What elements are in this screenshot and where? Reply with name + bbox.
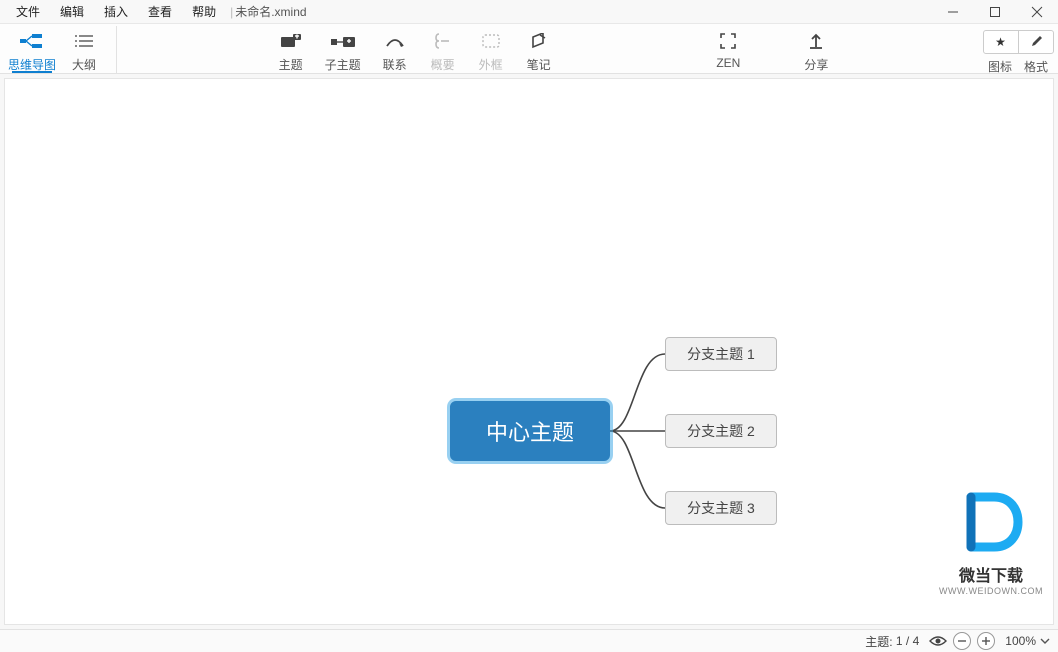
eye-icon <box>929 635 947 647</box>
minus-icon <box>957 636 967 646</box>
close-icon <box>1031 6 1043 18</box>
chevron-down-icon <box>1040 638 1050 644</box>
notes-icon <box>531 32 547 50</box>
status-topic-total: 4 <box>913 634 920 648</box>
window-controls <box>932 0 1058 24</box>
toolbar-group-panels: ★ 图标 格式 <box>982 26 1054 73</box>
title-separator: | <box>230 5 233 19</box>
watermark-text: 微当下载 <box>939 562 1043 586</box>
insert-notes-label: 笔记 <box>527 56 551 73</box>
menu-view[interactable]: 查看 <box>138 0 182 23</box>
view-outline-label: 大纲 <box>72 56 96 73</box>
zoom-out-button[interactable] <box>953 632 971 650</box>
status-topic-label: 主题: <box>865 633 892 650</box>
maximize-icon <box>989 6 1001 18</box>
insert-boundary-button[interactable]: 外框 <box>467 26 515 73</box>
brush-icon <box>1029 35 1043 49</box>
zoom-in-button[interactable] <box>977 632 995 650</box>
relationship-icon <box>385 32 405 50</box>
window-minimize-button[interactable] <box>932 0 974 24</box>
menu-edit[interactable]: 编辑 <box>50 0 94 23</box>
watermark-url: WWW.WEIDOWN.COM <box>939 586 1043 596</box>
mindmap-diagram: 中心主题 分支主题 1 分支主题 2 分支主题 3 <box>5 79 1053 624</box>
zen-icon <box>720 32 736 50</box>
insert-relationship-label: 联系 <box>383 56 407 73</box>
share-label: 分享 <box>804 56 828 73</box>
view-mindmap-label: 思维导图 <box>8 56 56 73</box>
share-button[interactable]: 分享 <box>792 26 840 73</box>
menu-file[interactable]: 文件 <box>6 0 50 23</box>
insert-boundary-label: 外框 <box>479 56 503 73</box>
mindmap-icon <box>20 32 44 50</box>
toolbar-group-view: 思维导图 大纲 <box>4 26 117 73</box>
view-mindmap-button[interactable]: 思维导图 <box>4 26 60 73</box>
central-topic[interactable]: 中心主题 <box>450 401 610 461</box>
toolbar-group-share: 分享 <box>792 26 840 73</box>
insert-subtopic-label: 子主题 <box>325 56 361 73</box>
watermark: 微当下载 WWW.WEIDOWN.COM <box>939 487 1043 596</box>
canvas[interactable]: 中心主题 分支主题 1 分支主题 2 分支主题 3 微当下载 WWW.WEIDO… <box>0 74 1058 629</box>
insert-summary-label: 概要 <box>431 56 455 73</box>
status-visibility-button[interactable] <box>929 635 947 647</box>
icons-panel-label: 图标 <box>982 58 1018 75</box>
plus-icon <box>981 636 991 646</box>
zoom-level[interactable]: 100% <box>1005 634 1050 648</box>
document-filename: 未命名.xmind <box>235 3 306 20</box>
toolbar-group-insert: 主题 子主题 联系 概要 外框 <box>267 26 563 73</box>
share-icon <box>808 32 824 50</box>
boundary-icon <box>482 32 500 50</box>
toolbar-group-mode: ZEN <box>704 26 752 73</box>
menu-insert[interactable]: 插入 <box>94 0 138 23</box>
statusbar: 主题: 1 / 4 100% <box>0 629 1058 652</box>
status-topic-counter: 主题: 1 / 4 <box>865 633 919 650</box>
insert-topic-button[interactable]: 主题 <box>267 26 315 73</box>
topic-icon <box>281 32 301 50</box>
minimize-icon <box>947 6 959 18</box>
view-outline-button[interactable]: 大纲 <box>60 26 108 73</box>
window-close-button[interactable] <box>1016 0 1058 24</box>
menu-bar: 文件 编辑 插入 查看 帮助 <box>0 0 226 23</box>
canvas-sheet: 中心主题 分支主题 1 分支主题 2 分支主题 3 微当下载 WWW.WEIDO… <box>4 78 1054 625</box>
mindmap-connectors <box>5 79 1053 624</box>
icons-panel-button[interactable]: ★ <box>983 30 1019 54</box>
insert-summary-button[interactable]: 概要 <box>419 26 467 73</box>
watermark-logo-icon <box>956 487 1026 557</box>
format-panel-button[interactable] <box>1018 30 1054 54</box>
subtopic-icon <box>331 32 355 50</box>
menu-help[interactable]: 帮助 <box>182 0 226 23</box>
branch-topic-2[interactable]: 分支主题 2 <box>665 414 777 448</box>
branch-topic-3[interactable]: 分支主题 3 <box>665 491 777 525</box>
outline-icon <box>75 32 93 50</box>
branch-topic-1[interactable]: 分支主题 1 <box>665 337 777 371</box>
titlebar: 文件 编辑 插入 查看 帮助 | 未命名.xmind <box>0 0 1058 24</box>
toolbar: 思维导图 大纲 主题 子主题 联系 <box>0 24 1058 74</box>
summary-icon <box>435 32 451 50</box>
star-icon: ★ <box>995 35 1006 49</box>
insert-subtopic-button[interactable]: 子主题 <box>315 26 371 73</box>
status-topic-sep: / <box>906 634 909 648</box>
zen-label: ZEN <box>716 56 740 70</box>
insert-relationship-button[interactable]: 联系 <box>371 26 419 73</box>
status-topic-current: 1 <box>896 634 903 648</box>
window-maximize-button[interactable] <box>974 0 1016 24</box>
insert-notes-button[interactable]: 笔记 <box>515 26 563 73</box>
format-panel-label: 格式 <box>1018 58 1054 75</box>
zoom-level-value: 100% <box>1005 634 1036 648</box>
zen-button[interactable]: ZEN <box>704 26 752 73</box>
insert-topic-label: 主题 <box>279 56 303 73</box>
